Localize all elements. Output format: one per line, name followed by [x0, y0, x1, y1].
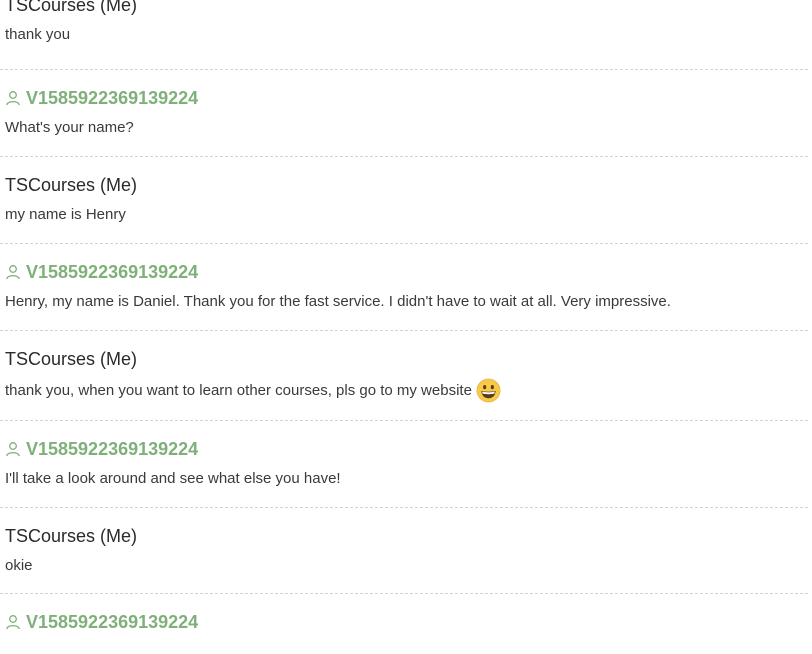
- user-icon: [6, 265, 20, 280]
- message-sender: TSCourses (Me): [5, 525, 138, 546]
- message-text: okie: [5, 556, 33, 574]
- message-text: my name is Henry: [5, 205, 126, 223]
- message-sender: V1585922369139224: [5, 611, 808, 633]
- message-text: thank you: [5, 25, 71, 43]
- message-sender: V1585922369139224: [5, 87, 808, 109]
- message-text: Henry, my name is Daniel. Thank you for …: [5, 292, 671, 310]
- chat-message: TSCourses (Me) thank you, when you want …: [0, 331, 808, 421]
- message-text: What's your name?: [5, 118, 134, 136]
- message-sender: TSCourses (Me): [5, 174, 138, 195]
- chat-transcript: TSCourses (Me) thank you V15859223691392…: [0, 0, 808, 654]
- chat-message: V1585922369139224 Henry, my name is Dani…: [0, 244, 808, 331]
- message-sender: V1585922369139224: [5, 438, 808, 460]
- chat-message: V1585922369139224: [0, 594, 808, 654]
- user-icon: [6, 442, 20, 457]
- chat-message: V1585922369139224 I'll take a look aroun…: [0, 421, 808, 508]
- message-text: I'll take a look around and see what els…: [5, 469, 341, 487]
- message-sender: V1585922369139224: [5, 261, 808, 283]
- user-icon: [6, 615, 20, 630]
- chat-message: TSCourses (Me) my name is Henry: [0, 157, 808, 244]
- grinning-face-icon: [476, 378, 501, 402]
- chat-message: TSCourses (Me) okie: [0, 508, 808, 594]
- message-sender: TSCourses (Me): [5, 0, 138, 15]
- message-sender: TSCourses (Me): [5, 348, 138, 369]
- user-icon: [6, 91, 20, 106]
- chat-message: TSCourses (Me) thank you: [0, 0, 808, 70]
- chat-message: V1585922369139224 What's your name?: [0, 70, 808, 157]
- message-text: thank you, when you want to learn other …: [5, 378, 808, 402]
